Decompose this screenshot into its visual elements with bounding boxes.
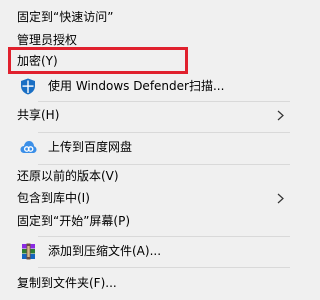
menu-item-share[interactable]: 共享(H)	[10, 104, 288, 126]
menu-item-copy-folder[interactable]: 复制到文件夹(F)...	[10, 272, 288, 294]
chevron-right-icon	[275, 104, 285, 126]
menu-separator	[38, 132, 290, 133]
menu-item-label: 还原以前的版本(V)	[17, 169, 119, 183]
menu-item-label: 上传到百度网盘	[48, 140, 133, 154]
menu-item-include-library[interactable]: 包含到库中(I)	[10, 187, 288, 209]
menu-separator	[38, 101, 290, 102]
menu-item-add-archive[interactable]: 添加到压缩文件(A)...	[10, 240, 288, 262]
menu-item-label: 使用 Windows Defender扫描...	[48, 79, 225, 93]
menu-item-pin-quick-access[interactable]: 固定到“快速访问”	[10, 6, 288, 28]
menu-item-label: 共享(H)	[17, 108, 60, 122]
highlight-box	[8, 47, 188, 74]
menu-item-pin-start[interactable]: 固定到“开始”屏幕(P)	[10, 210, 288, 232]
menu-item-label: 复制到文件夹(F)...	[17, 276, 117, 290]
menu-item-label: 固定到“快速访问”	[17, 10, 114, 24]
baidu-netdisk-icon	[19, 138, 37, 156]
menu-item-label: 固定到“开始”屏幕(P)	[17, 214, 131, 228]
menu-item-restore-previous[interactable]: 还原以前的版本(V)	[10, 165, 288, 187]
menu-item-label: 添加到压缩文件(A)...	[48, 244, 162, 258]
menu-item-label: 包含到库中(I)	[17, 191, 90, 205]
context-menu: 固定到“快速访问” 管理员授权 加密(Y) 使用 Windows Defende…	[0, 0, 300, 300]
menu-separator	[38, 267, 290, 268]
chevron-right-icon	[275, 187, 285, 209]
windows-defender-shield-icon	[19, 77, 37, 95]
menu-item-upload-baidu[interactable]: 上传到百度网盘	[10, 136, 288, 158]
winrar-archive-icon	[19, 242, 37, 260]
menu-item-defender-scan[interactable]: 使用 Windows Defender扫描...	[10, 75, 288, 97]
menu-separator	[38, 236, 290, 237]
